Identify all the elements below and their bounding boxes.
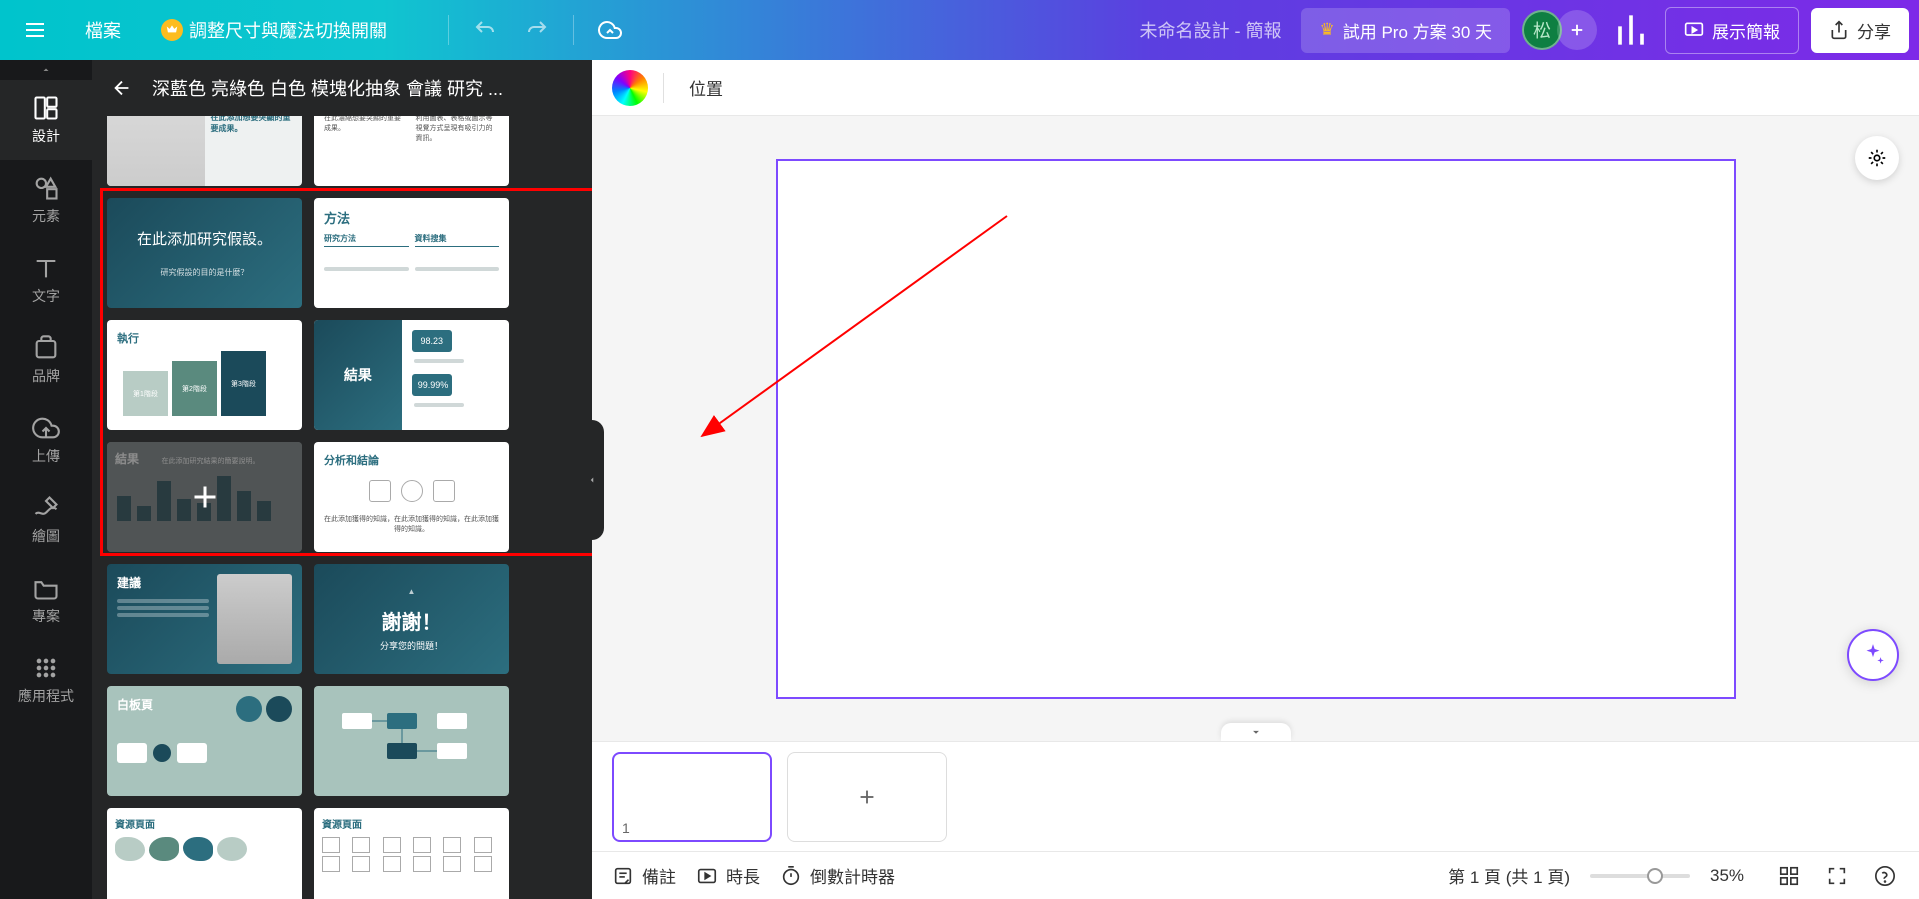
notes-label: 備註 xyxy=(642,863,676,888)
templates-grid[interactable]: 在此添加想要突顯的重要成果。 在此濃縮想要突顯的重要成果。 利用圖表、表格或圖示… xyxy=(92,116,592,899)
menu-toggle[interactable] xyxy=(10,10,60,50)
template-thumb[interactable]: 執行 第1階段 第2階段 第3階段 xyxy=(107,320,302,430)
sidebar-label: 應用程式 xyxy=(18,686,74,706)
template-thumb[interactable]: 建議 xyxy=(107,564,302,674)
trial-label: 試用 Pro 方案 30 天 xyxy=(1343,18,1492,43)
sidebar-item-projects[interactable]: 專案 xyxy=(0,560,92,640)
fullscreen-button[interactable] xyxy=(1823,862,1851,890)
bottom-bar: 備註 時長 倒數計時器 第 1 頁 (共 1 頁) 35% xyxy=(592,851,1919,899)
left-sidebar: 設計 元素 文字 品牌 上傳 繪圖 專案 應用程式 xyxy=(0,60,92,899)
timer-button[interactable]: 倒數計時器 xyxy=(780,863,895,888)
avatar[interactable]: 松 xyxy=(1522,10,1562,50)
separator xyxy=(663,73,664,103)
magic-button[interactable] xyxy=(1847,629,1899,681)
page-number: 1 xyxy=(622,820,630,836)
resize-label: 調整尺寸與魔法切換開關 xyxy=(189,17,387,43)
back-button[interactable] xyxy=(107,73,137,103)
template-thumb[interactable]: 資源頁面 xyxy=(314,808,509,899)
trial-button[interactable]: ♛ 試用 Pro 方案 30 天 xyxy=(1301,8,1510,53)
sidebar-label: 文字 xyxy=(32,286,60,306)
sidebar-item-draw[interactable]: 繪圖 xyxy=(0,480,92,560)
redo-button[interactable] xyxy=(515,8,559,52)
header-right: ♛ 試用 Pro 方案 30 天 松 展示簡報 分享 xyxy=(1301,7,1909,54)
position-button[interactable]: 位置 xyxy=(679,69,733,106)
main-area: 設計 元素 文字 品牌 上傳 繪圖 專案 應用程式 xyxy=(0,60,1919,899)
template-thumb[interactable]: 白板頁 xyxy=(107,686,302,796)
template-thumb[interactable] xyxy=(314,686,509,796)
analytics-button[interactable] xyxy=(1609,8,1653,52)
sidebar-label: 品牌 xyxy=(32,366,60,386)
sidebar-item-design[interactable]: 設計 xyxy=(0,80,92,160)
separator xyxy=(448,15,449,45)
zoom-value[interactable]: 35% xyxy=(1710,866,1755,886)
sidebar-item-text[interactable]: 文字 xyxy=(0,240,92,320)
page-indicator[interactable]: 第 1 頁 (共 1 頁) xyxy=(1448,863,1570,888)
sidebar-collapse-up[interactable] xyxy=(0,60,92,80)
ai-generate-button[interactable] xyxy=(1855,136,1899,180)
panel-title: 深藍色 亮綠色 白色 模塊化抽象 會議 研究 ... xyxy=(152,75,577,101)
page-thumbnail[interactable]: 1 xyxy=(612,752,772,842)
pages-strip-toggle[interactable] xyxy=(1221,723,1291,741)
header-center: 未命名設計 - 簡報 xyxy=(442,8,1301,52)
add-template-overlay[interactable] xyxy=(107,442,302,552)
context-toolbar: 位置 xyxy=(592,60,1919,116)
header-left: 檔案 調整尺寸與魔法切換開關 xyxy=(10,9,402,51)
template-thumb[interactable]: 在此濃縮想要突顯的重要成果。 利用圖表、表格或圖示等視覺方式呈現有吸引力的資訊。 xyxy=(314,116,509,186)
template-thumb[interactable]: 結果 在此添加研究結果的簡要說明。 xyxy=(107,442,302,552)
app-header: 檔案 調整尺寸與魔法切換開關 未命名設計 - 簡報 ♛ 試用 Pro 方案 30… xyxy=(0,0,1919,60)
sidebar-label: 設計 xyxy=(32,126,60,146)
template-thumb[interactable]: ▲ 謝謝！ 分享您的問題！ xyxy=(314,564,509,674)
slider-thumb[interactable] xyxy=(1647,868,1663,884)
template-thumb[interactable]: 結果 98.23 99.99% xyxy=(314,320,509,430)
separator xyxy=(573,15,574,45)
sidebar-label: 上傳 xyxy=(32,446,60,466)
file-menu[interactable]: 檔案 xyxy=(70,9,136,51)
help-button[interactable] xyxy=(1871,862,1899,890)
template-thumb[interactable]: 方法 研究方法 資料搜集 xyxy=(314,198,509,308)
duration-label: 時長 xyxy=(726,863,760,888)
background-color-picker[interactable] xyxy=(612,70,648,106)
share-label: 分享 xyxy=(1857,18,1891,43)
canvas-area: 位置 1 備註 xyxy=(592,60,1919,899)
notes-button[interactable]: 備註 xyxy=(612,863,676,888)
sidebar-label: 專案 xyxy=(32,606,60,626)
sidebar-label: 元素 xyxy=(32,206,60,226)
undo-button[interactable] xyxy=(463,8,507,52)
cloud-sync-icon[interactable] xyxy=(588,8,632,52)
present-button[interactable]: 展示簡報 xyxy=(1665,7,1799,54)
add-collaborator-button[interactable] xyxy=(1557,10,1597,50)
panel-collapse-button[interactable] xyxy=(580,420,604,540)
sidebar-label: 繪圖 xyxy=(32,526,60,546)
share-button[interactable]: 分享 xyxy=(1811,8,1909,53)
bottom-right: 第 1 頁 (共 1 頁) 35% xyxy=(1448,862,1899,890)
slider-track[interactable] xyxy=(1590,874,1690,878)
template-thumb[interactable]: 資源頁面 xyxy=(107,808,302,899)
template-thumb[interactable]: 分析和結論 在此添加獲得的知識，在此添加獲得的知識，在此添加獲得的知識。 xyxy=(314,442,509,552)
template-thumb[interactable]: 在此添加想要突顯的重要成果。 xyxy=(107,116,302,186)
canvas-viewport[interactable] xyxy=(592,116,1919,741)
sidebar-item-elements[interactable]: 元素 xyxy=(0,160,92,240)
panel-header: 深藍色 亮綠色 白色 模塊化抽象 會議 研究 ... xyxy=(92,60,592,116)
sidebar-item-upload[interactable]: 上傳 xyxy=(0,400,92,480)
crown-icon: ♛ xyxy=(1319,20,1334,40)
template-thumb[interactable]: 在此添加研究假設。 研究假設的目的是什麼？ xyxy=(107,198,302,308)
canvas-page[interactable] xyxy=(776,159,1736,699)
document-title[interactable]: 未命名設計 - 簡報 xyxy=(1139,17,1281,43)
duration-button[interactable]: 時長 xyxy=(696,863,760,888)
add-page-button[interactable] xyxy=(787,752,947,842)
templates-panel: 深藍色 亮綠色 白色 模塊化抽象 會議 研究 ... 在此添加想要突顯的重要成果… xyxy=(92,60,592,899)
grid-view-button[interactable] xyxy=(1775,862,1803,890)
present-label: 展示簡報 xyxy=(1712,18,1780,43)
collaborators: 松 xyxy=(1522,10,1597,50)
resize-magic-switch[interactable]: 調整尺寸與魔法切換開關 xyxy=(146,9,402,51)
crown-icon xyxy=(161,19,183,41)
sidebar-item-brand[interactable]: 品牌 xyxy=(0,320,92,400)
sidebar-item-apps[interactable]: 應用程式 xyxy=(0,640,92,720)
zoom-slider[interactable] xyxy=(1590,874,1690,878)
timer-label: 倒數計時器 xyxy=(810,863,895,888)
pages-strip: 1 xyxy=(592,741,1919,851)
